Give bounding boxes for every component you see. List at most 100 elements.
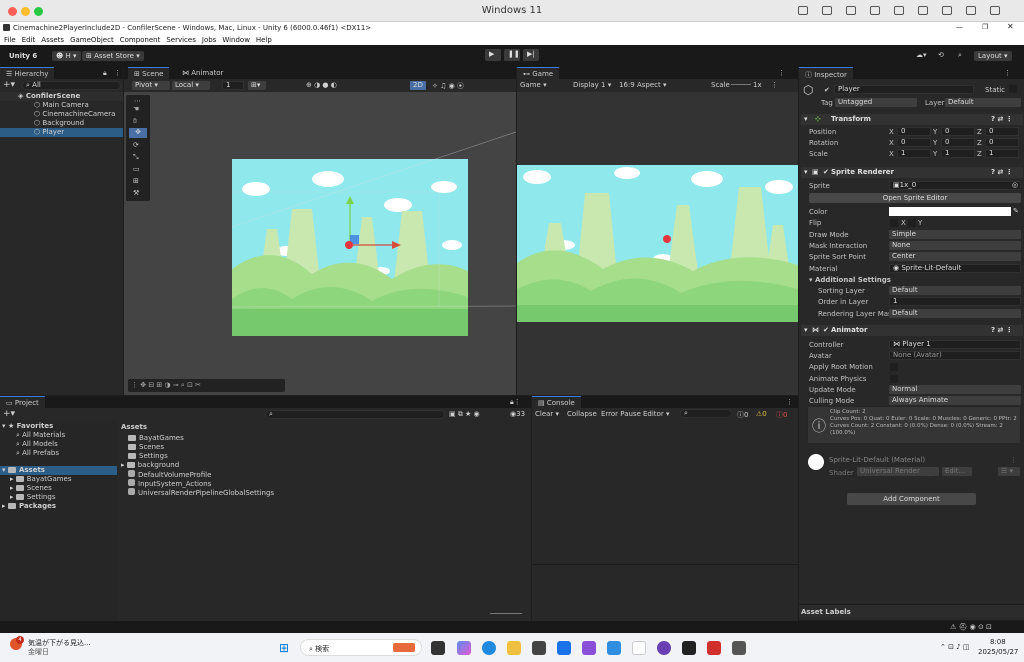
layout-dropdown[interactable]: Layout ▾ [974, 51, 1012, 61]
menu-item-gameobject[interactable]: GameObject [70, 36, 114, 44]
open-sprite-editor-button[interactable]: Open Sprite Editor [809, 193, 1021, 203]
tab-animator[interactable]: ⋈ Animator [176, 67, 229, 79]
asset-tree-item[interactable]: ▸ Scenes [10, 484, 52, 493]
culling-mode-dropdown[interactable]: Always Animate [889, 396, 1021, 405]
hierarchy-item[interactable]: ⬡ CinemachineCamera [0, 110, 123, 119]
add-button[interactable]: +▾ [3, 80, 15, 90]
clear-button[interactable]: Clear ▾ [535, 410, 559, 418]
camera-icon[interactable] [894, 6, 904, 15]
unity-hub-icon[interactable] [682, 641, 696, 655]
task-view-icon[interactable] [431, 641, 445, 655]
account-button[interactable]: ☻ H ▾ [52, 51, 81, 61]
asset-tree-item[interactable]: ▸ BayatGames [10, 475, 72, 484]
lock-icon[interactable] [870, 6, 880, 15]
status-icons[interactable]: ⚠ ⛑ ◉ ⊙ ⊡ [950, 623, 992, 631]
explorer-icon[interactable] [507, 641, 521, 655]
play-button[interactable]: ▶ [485, 49, 501, 61]
info-count[interactable]: ⓘ0 [737, 410, 748, 420]
gizmo-icon[interactable]: ⊕ ◑ ● ◐ [306, 81, 337, 89]
sprite-prop-dropdown[interactable]: Center [889, 252, 1021, 261]
static-checkbox[interactable] [1009, 85, 1017, 93]
display-dropdown[interactable]: Display 1 ▾ [573, 81, 611, 89]
asset-file-item[interactable]: Settings [128, 452, 168, 461]
windows-start-icon[interactable]: ⊞ [279, 641, 289, 655]
microphone-icon[interactable] [918, 6, 928, 15]
edge-icon[interactable] [482, 641, 496, 655]
transform-header[interactable]: ▾ ⊹ Transform ? ⇄ ⋮ [801, 114, 1023, 125]
project-search-input[interactable]: ⌕ [265, 410, 445, 419]
layer-dropdown[interactable]: Default [945, 98, 1021, 107]
folder-icon[interactable] [966, 6, 976, 15]
controller-field[interactable]: ⋈ Player 1 [889, 340, 1021, 349]
menu-item-help[interactable]: Help [256, 36, 272, 44]
2d-toggle[interactable]: 2D [410, 81, 426, 90]
sprite-prop-dropdown[interactable]: None [889, 241, 1021, 250]
favorite-item[interactable]: ⌕ All Models [16, 440, 58, 449]
menu-item-file[interactable]: File [4, 36, 16, 44]
favorite-item[interactable]: ⌕ All Prefabs [16, 449, 59, 458]
warning-count[interactable]: ⚠0 [756, 410, 767, 418]
icon-size-slider[interactable] [490, 613, 522, 614]
store-icon[interactable] [532, 641, 546, 655]
cloud-icon[interactable]: ☁▾ [916, 51, 927, 59]
close-icon[interactable]: ✕ [1007, 22, 1014, 31]
project-breadcrumb[interactable]: Assets [121, 423, 147, 431]
github-icon[interactable] [657, 641, 671, 655]
minimize-icon[interactable]: — [956, 23, 963, 31]
hierarchy-search-input[interactable]: ⌕ All [22, 81, 121, 90]
component-menu-icon[interactable]: ? ⇄ ⋮ [991, 114, 1013, 125]
usb-icon[interactable] [846, 6, 856, 15]
hierarchy-item[interactable]: ⬡ Background [0, 119, 123, 128]
asset-file-item[interactable]: DefaultVolumeProfile [128, 470, 211, 479]
outlook-icon[interactable] [557, 641, 571, 655]
restore-icon[interactable]: ❐ [982, 23, 988, 31]
tab-hierarchy[interactable]: ☰ Hierarchy [0, 67, 55, 79]
sprite-renderer-header[interactable]: ▾ ▣ ✔ Sprite Renderer ? ⇄ ⋮ [801, 167, 1023, 178]
sorting-layer-dropdown[interactable]: Default [889, 286, 1021, 295]
order-in-layer-field[interactable]: 1 [889, 297, 1021, 306]
transform-scale-x-field[interactable]: 1 [897, 149, 931, 158]
lighting-icon[interactable]: ✧ ♫ ◉ ⦿ [432, 81, 464, 91]
slack-icon[interactable] [632, 641, 646, 655]
transform-position-y-field[interactable]: 0 [941, 127, 975, 136]
asset-labels-header[interactable]: Asset Labels [799, 604, 1024, 618]
system-tray-icons[interactable]: ⌃ ⊡ ♪ ◫ [940, 643, 970, 651]
asset-file-item[interactable]: ▸ background [121, 461, 179, 470]
menu-item-jobs[interactable]: Jobs [202, 36, 216, 44]
pivot-dropdown[interactable]: Pivot ▾ [132, 81, 170, 90]
eyedropper-icon[interactable]: ✎ [1013, 207, 1019, 215]
asset-tree-item[interactable]: ▸ Settings [10, 493, 55, 502]
sprite-field[interactable]: ▣1x_0 ◎ [889, 181, 1021, 190]
collapse-button[interactable]: Collapse [567, 410, 597, 418]
transform-rotation-x-field[interactable]: 0 [897, 138, 931, 147]
component-menu-icon[interactable]: ? ⇄ ⋮ [991, 325, 1013, 336]
color-swatch[interactable] [889, 207, 1011, 216]
asset-file-item[interactable]: Scenes [128, 443, 164, 452]
lock-icon[interactable]: 🔒︎⋮ [510, 398, 521, 407]
local-dropdown[interactable]: Local ▾ [172, 81, 210, 90]
app-icon[interactable] [707, 641, 721, 655]
packages-item[interactable]: ▸ Packages [2, 502, 56, 511]
tab-scene[interactable]: ⊞ Scene [128, 67, 170, 79]
console-divider[interactable] [532, 564, 798, 565]
aspect-dropdown[interactable]: 16:9 Aspect ▾ [619, 81, 666, 89]
menu-item-assets[interactable]: Assets [41, 36, 64, 44]
gameobject-name-input[interactable]: Player [834, 85, 974, 94]
display-icon[interactable] [822, 6, 832, 15]
error-count[interactable]: ⓘ0 [776, 410, 787, 420]
keyboard-icon[interactable] [798, 6, 808, 15]
more-icon[interactable]: ⋮ [786, 398, 793, 406]
taskbar-search-input[interactable]: ⌕ 検索 [300, 639, 422, 656]
transform-position-x-field[interactable]: 0 [897, 127, 931, 136]
sprite-prop-dropdown[interactable]: Simple [889, 230, 1021, 239]
active-checkbox[interactable]: ✔ [824, 86, 830, 94]
transform-scale-y-field[interactable]: 1 [941, 149, 975, 158]
asset-file-item[interactable]: InputSystem_Actions [128, 479, 211, 488]
favorites-item[interactable]: ▾ ★ Favorites [2, 422, 53, 431]
scene-root[interactable]: ◈ ConfilerScene [0, 92, 123, 101]
unity-editor-icon[interactable] [732, 641, 746, 655]
flip-y-checkbox[interactable] [908, 219, 916, 227]
game-options-icon[interactable]: ⋮ [771, 81, 778, 89]
tag-dropdown[interactable]: Untagged [835, 98, 917, 107]
snap-dropdown[interactable]: ⊞▾ [248, 81, 266, 90]
